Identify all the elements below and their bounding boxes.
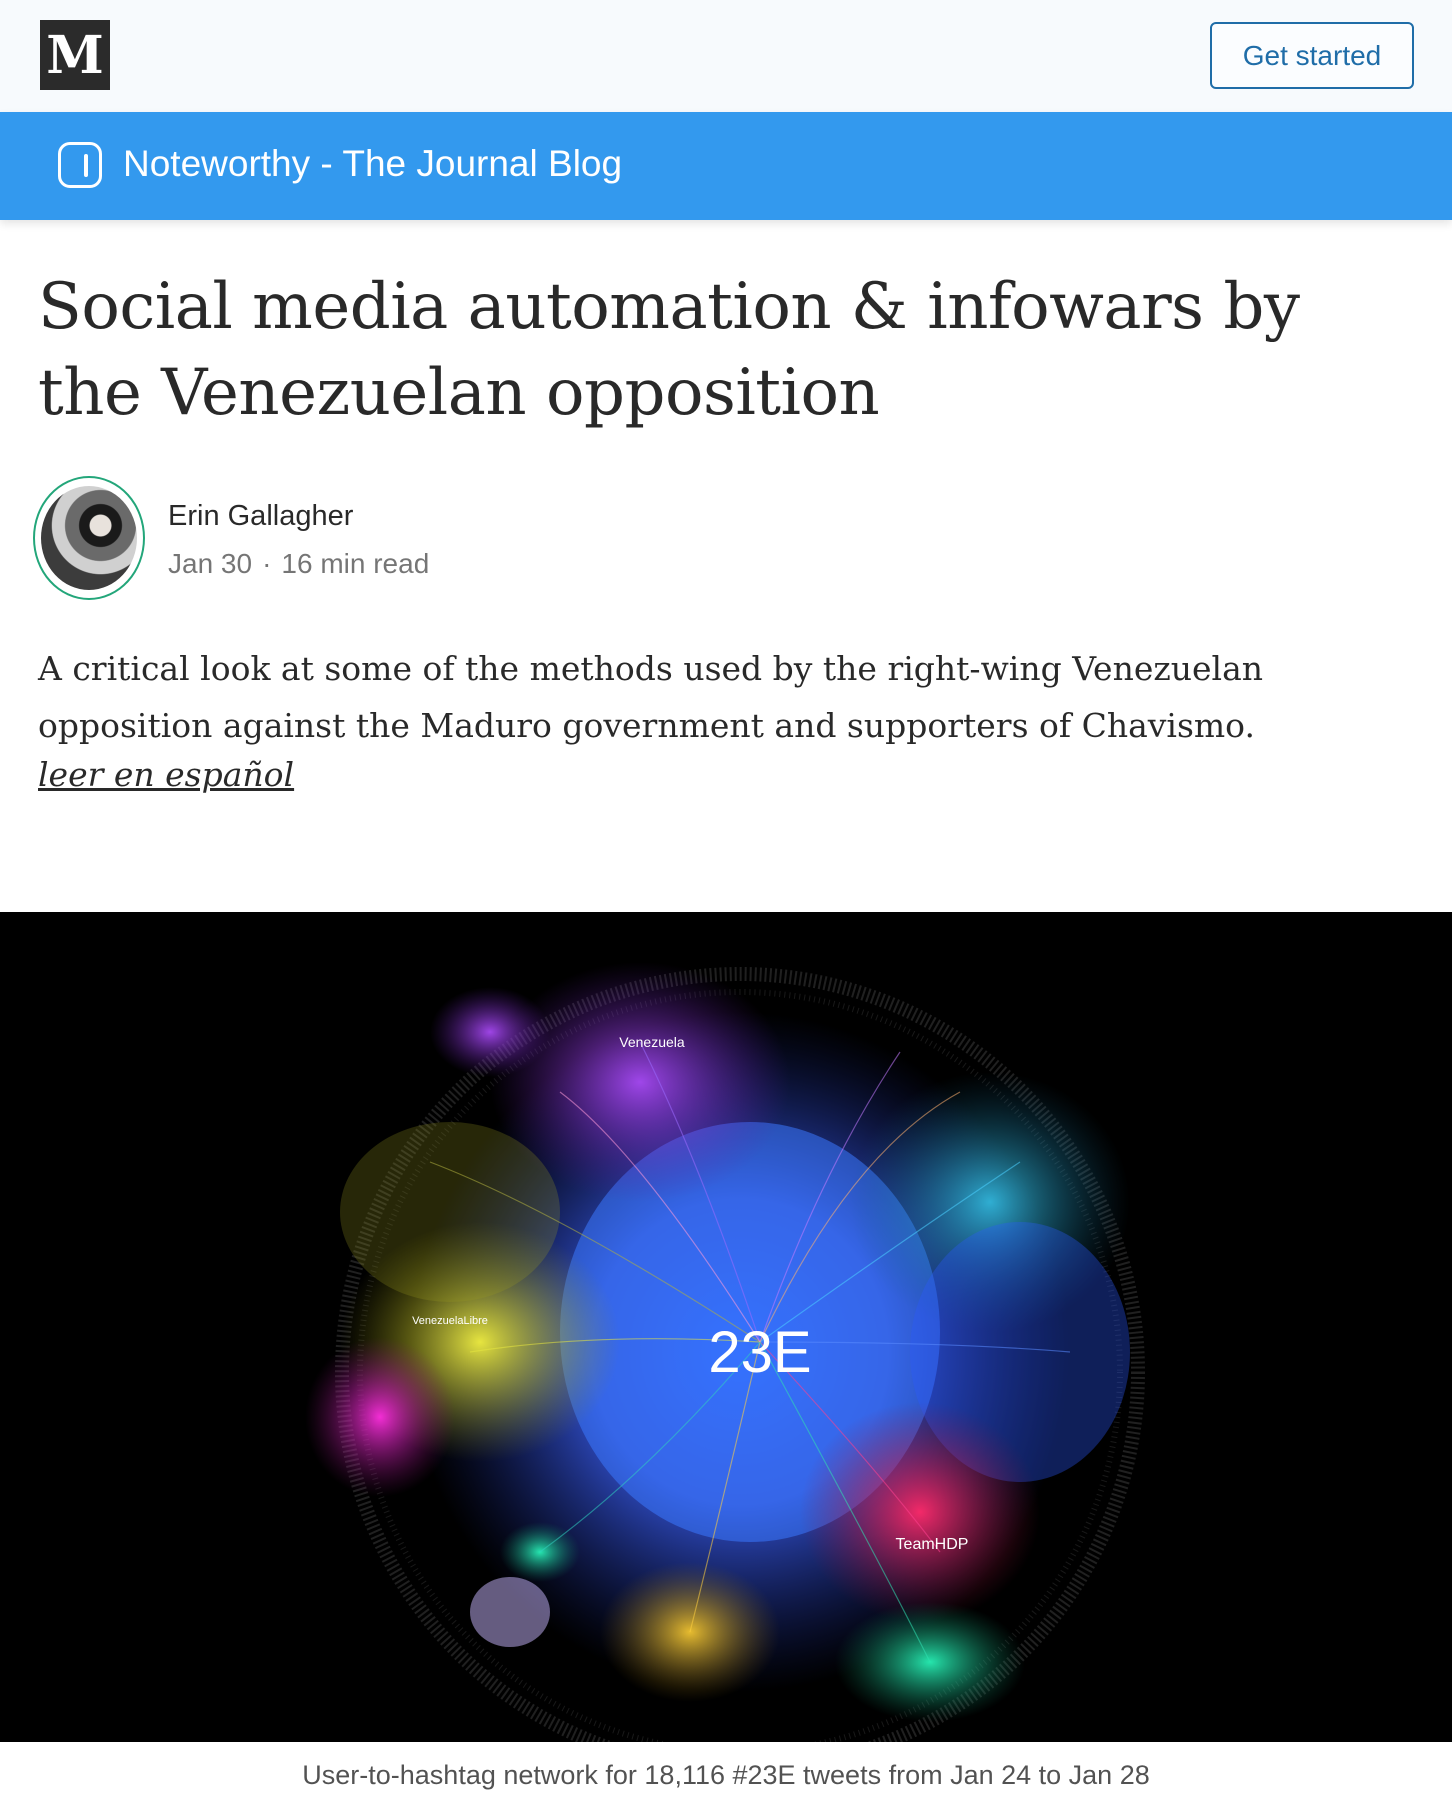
publish-date: Jan 30 [168, 548, 253, 579]
article-title: Social media automation & infowars by th… [38, 270, 1300, 430]
cluster-yellow-haze [340, 1122, 560, 1302]
publication-bar: Noteworthy - The Journal Blog [0, 112, 1452, 220]
meta-separator: · [262, 548, 272, 579]
read-time: 16 min read [281, 548, 430, 579]
label-venezuela: Venezuela [619, 1034, 685, 1050]
author-name[interactable]: Erin Gallagher [168, 500, 353, 533]
medium-logo[interactable]: M [40, 20, 110, 90]
get-started-button[interactable]: Get started [1210, 22, 1414, 89]
label-teamhdp: TeamHDP [896, 1536, 969, 1553]
publication-name[interactable]: Noteworthy - The Journal Blog [123, 143, 622, 185]
cluster-bottom-lavender [470, 1577, 550, 1647]
spanish-version-link[interactable]: leer en español [38, 755, 294, 794]
article-meta: Jan 30 · 16 min read [168, 548, 429, 580]
label-venezuela-libre: VenezuelaLibre [412, 1315, 488, 1327]
noteworthy-logo-icon[interactable] [58, 142, 102, 188]
cluster-teamhdp [800, 1402, 1040, 1622]
network-graph-image: 23E Venezuela VenezuelaLibre TeamHDP [0, 912, 1452, 1742]
label-23e: 23E [708, 1320, 811, 1385]
author-avatar[interactable] [41, 486, 137, 590]
article-intro: A critical look at some of the methods u… [38, 649, 1263, 745]
top-navigation-bar: M Get started [0, 0, 1452, 112]
cluster-eeuu [430, 987, 550, 1077]
figure-caption: User-to-hashtag network for 18,116 #23E … [302, 1760, 1150, 1790]
cluster-magenta [305, 1337, 455, 1497]
